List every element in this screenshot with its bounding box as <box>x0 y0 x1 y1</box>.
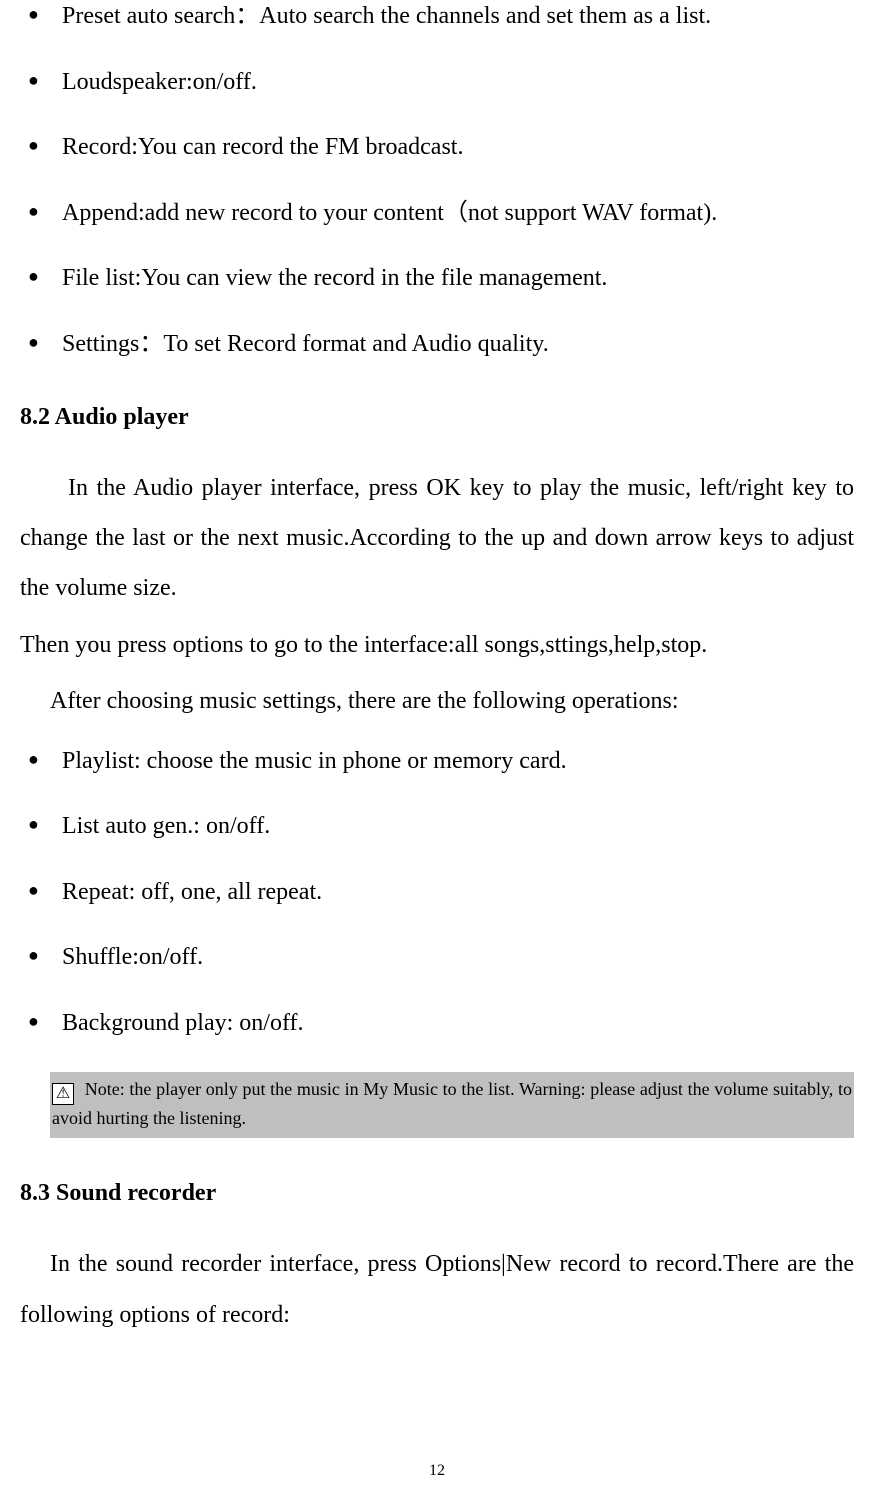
fm-options-list: Preset auto search：Auto search the chann… <box>20 0 854 362</box>
heading-sound-recorder: 8.3 Sound recorder <box>20 1180 854 1207</box>
list-item: Settings：To set Record format and Audio … <box>62 328 854 362</box>
list-item: Shuffle:on/off. <box>62 941 854 975</box>
list-item: Record:You can record the FM broadcast. <box>62 131 854 165</box>
audio-player-para1: In the Audio player interface, press OK … <box>20 463 854 614</box>
list-item: Append:add new record to your content（no… <box>62 197 854 231</box>
list-item: Preset auto search：Auto search the chann… <box>62 0 854 34</box>
page-number: 12 <box>0 1462 874 1480</box>
list-item: Loudspeaker:on/off. <box>62 66 854 100</box>
list-item: Repeat: off, one, all repeat. <box>62 876 854 910</box>
list-item: Playlist: choose the music in phone or m… <box>62 745 854 779</box>
warning-icon: ⚠ <box>52 1083 74 1105</box>
list-item: Background play: on/off. <box>62 1007 854 1041</box>
list-item: File list:You can view the record in the… <box>62 262 854 296</box>
list-item: List auto gen.: on/off. <box>62 810 854 844</box>
note-box: ⚠ Note: the player only put the music in… <box>50 1072 854 1138</box>
note-text: Note: the player only put the music in M… <box>52 1079 852 1128</box>
page: Preset auto search：Auto search the chann… <box>0 0 874 1494</box>
sound-recorder-para1: In the sound recorder interface, press O… <box>20 1239 854 1340</box>
audio-player-operations-line: After choosing music settings, there are… <box>50 676 854 726</box>
heading-audio-player: 8.2 Audio player <box>20 404 854 431</box>
audio-player-options-list: Playlist: choose the music in phone or m… <box>20 745 854 1041</box>
audio-player-para2: Then you press options to go to the inte… <box>20 620 854 670</box>
